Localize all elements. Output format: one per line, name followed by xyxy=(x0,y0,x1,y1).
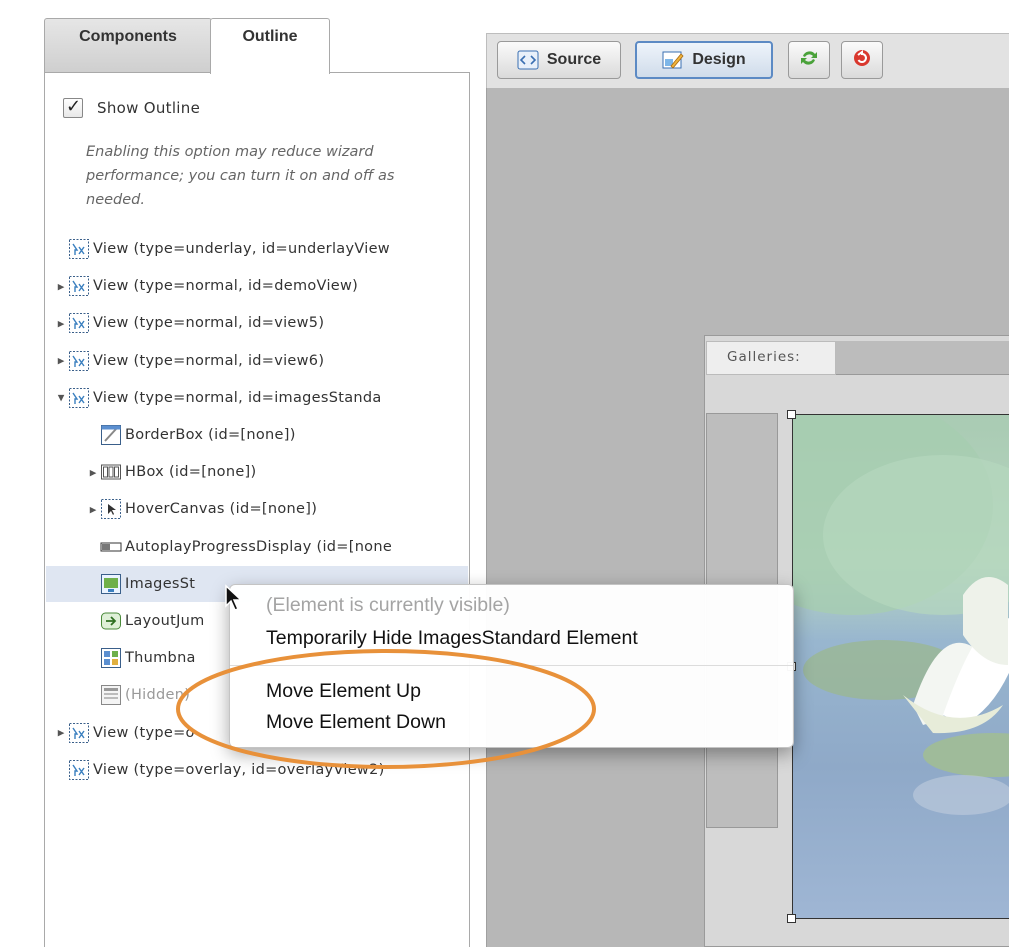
view-icon xyxy=(68,238,90,260)
design-label: Design xyxy=(692,51,746,68)
menu-item-visibility-status: (Element is currently visible) xyxy=(266,594,510,616)
tree-row-label: Thumbna xyxy=(125,650,196,667)
context-menu: (Element is currently visible) Temporari… xyxy=(229,584,794,748)
view-icon xyxy=(68,722,90,744)
tree-row-label: ImagesSt xyxy=(125,575,196,592)
expanded-triangle-icon[interactable]: ▼ xyxy=(54,391,68,404)
show-outline-label: Show Outline xyxy=(97,99,201,117)
revert-icon xyxy=(851,47,873,74)
tree-row-label: View (type=overlay, id=overlayView2) xyxy=(93,761,385,778)
images-icon xyxy=(100,573,122,595)
hovercanvas-icon xyxy=(100,498,122,520)
tree-row[interactable]: ▶ View (type=normal, id=demoView) xyxy=(46,268,468,304)
gallery-tab[interactable]: Galleries: xyxy=(706,341,836,375)
tree-row-label: View (type=normal, id=imagesStanda xyxy=(93,389,382,406)
menu-divider xyxy=(230,665,793,666)
hbox-icon xyxy=(100,461,122,483)
tree-row[interactable]: ▶ View (type=normal, id=view5) xyxy=(46,305,468,341)
tree-row-label: View (type=normal, id=demoView) xyxy=(93,278,359,295)
view-icon xyxy=(68,350,90,372)
tree-row-label: HBox (id=[none]) xyxy=(125,464,257,481)
tree-row[interactable]: ▶ HBox (id=[none]) xyxy=(46,454,468,490)
view-icon xyxy=(68,387,90,409)
tree-row-label: HoverCanvas (id=[none]) xyxy=(125,501,318,518)
refresh-icon xyxy=(798,47,820,74)
show-outline-option[interactable]: ✓ Show Outline xyxy=(63,95,200,121)
tree-row-label: View (type=normal, id=view6) xyxy=(93,352,325,369)
collapsed-triangle-icon[interactable]: ▶ xyxy=(54,280,68,293)
tree-row-label: LayoutJum xyxy=(125,613,205,629)
tree-row-label: View (type=normal, id=view5) xyxy=(93,315,325,332)
progress-display-icon xyxy=(100,536,122,558)
menu-item-move-up[interactable]: Move Element Up xyxy=(266,680,421,703)
gallery-image[interactable] xyxy=(792,414,1009,919)
collapsed-triangle-icon[interactable]: ▶ xyxy=(54,354,68,367)
borderbox-icon xyxy=(100,424,122,446)
view-icon xyxy=(68,759,90,781)
tree-row-label: View (type=o xyxy=(93,724,195,741)
checkmark-icon: ✓ xyxy=(66,96,82,117)
hidden-element-icon xyxy=(100,684,122,706)
code-icon xyxy=(517,50,539,70)
tree-row-label: AutoplayProgressDisplay (id=[none xyxy=(125,538,393,555)
collapsed-triangle-icon[interactable]: ▶ xyxy=(86,503,100,516)
show-outline-checkbox[interactable]: ✓ xyxy=(63,96,83,118)
refresh-button[interactable] xyxy=(788,41,830,79)
tree-row[interactable]: ▼ View (type=normal, id=imagesStanda xyxy=(46,380,468,416)
gallery-tabbar xyxy=(836,341,1009,375)
collapsed-triangle-icon[interactable]: ▶ xyxy=(54,317,68,330)
tree-row-label: BorderBox (id=[none]) xyxy=(125,427,296,443)
tree-row[interactable]: ▶AutoplayProgressDisplay (id=[none xyxy=(46,529,468,565)
thumbnail-icon xyxy=(100,647,122,669)
tree-row-label: View (type=underlay, id=underlayView xyxy=(93,241,390,257)
tree-row-label: (Hidden) xyxy=(125,687,191,704)
design-icon xyxy=(662,50,684,70)
tree-row[interactable]: ▶BorderBox (id=[none]) xyxy=(46,417,468,453)
resize-handle[interactable] xyxy=(787,410,796,419)
revert-button[interactable] xyxy=(841,41,883,79)
tree-row[interactable]: ▶ HoverCanvas (id=[none]) xyxy=(46,491,468,527)
collapsed-triangle-icon[interactable]: ▶ xyxy=(54,726,68,739)
view-icon xyxy=(68,312,90,334)
tab-outline[interactable]: Outline xyxy=(210,18,330,74)
tree-row[interactable]: ▶View (type=underlay, id=underlayView xyxy=(46,231,468,267)
tab-components[interactable]: Components xyxy=(44,18,212,72)
menu-item-hide-element[interactable]: Temporarily Hide ImagesStandard Element xyxy=(266,627,638,650)
collapsed-triangle-icon[interactable]: ▶ xyxy=(86,466,100,479)
mouse-cursor-icon xyxy=(225,584,243,611)
tree-row[interactable]: ▶View (type=overlay, id=overlayView2) xyxy=(46,752,468,788)
resize-handle[interactable] xyxy=(787,914,796,923)
source-label: Source xyxy=(546,51,602,68)
menu-item-move-down[interactable]: Move Element Down xyxy=(266,711,446,734)
editor-toolbar: Source Design xyxy=(486,33,1009,89)
performance-warning: Enabling this option may reduce wizard p… xyxy=(86,144,395,208)
source-button[interactable]: Source xyxy=(497,41,621,79)
design-button[interactable]: Design xyxy=(635,41,773,79)
tree-row[interactable]: ▶ View (type=normal, id=view6) xyxy=(46,343,468,379)
layout-jump-icon xyxy=(100,610,122,632)
view-icon xyxy=(68,275,90,297)
